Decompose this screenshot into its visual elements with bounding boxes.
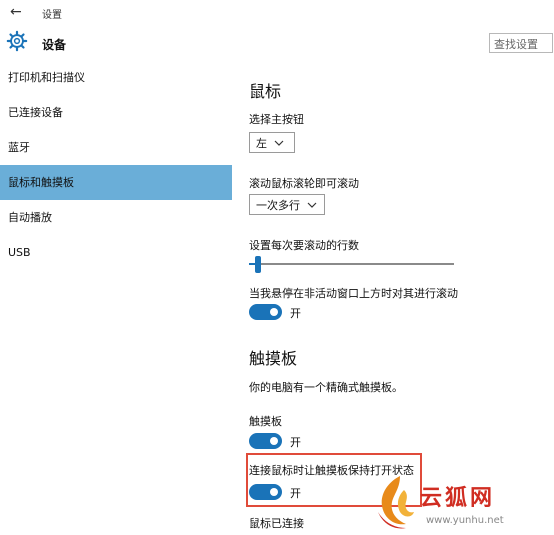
wheel-scroll-value: 一次多行 — [256, 198, 300, 212]
section-heading-mouse: 鼠标 — [249, 82, 282, 101]
watermark-brand: 云狐网 — [420, 486, 496, 511]
toggle-knob — [270, 437, 278, 445]
search-input[interactable]: 查找设置 — [489, 33, 553, 53]
touchpad-toggle[interactable] — [249, 433, 282, 449]
sidebar-item-connected-devices[interactable]: 已连接设备 — [0, 95, 232, 130]
wheel-scroll-label: 滚动鼠标滚轮即可滚动 — [249, 177, 359, 190]
inactive-scroll-label: 当我悬停在非活动窗口上方时对其进行滚动 — [249, 287, 458, 300]
watermark: 云狐网 www.yunhu.net — [366, 470, 554, 535]
primary-button-label: 选择主按钮 — [249, 113, 304, 126]
sidebar-item-autoplay[interactable]: 自动播放 — [0, 200, 232, 235]
toggle-knob — [270, 308, 278, 316]
primary-button-value: 左 — [256, 136, 267, 150]
chevron-down-icon — [274, 140, 284, 146]
watermark-url: www.yunhu.net — [426, 515, 504, 526]
touchpad-label: 触摸板 — [249, 415, 282, 428]
section-heading-touchpad: 触摸板 — [249, 349, 298, 368]
sidebar-item-bluetooth[interactable]: 蓝牙 — [0, 130, 232, 165]
sidebar-item-printers[interactable]: 打印机和扫描仪 — [0, 60, 232, 95]
scroll-lines-slider[interactable] — [249, 256, 454, 273]
title-bar: ← 设置 — [0, 0, 554, 26]
touchpad-state: 开 — [290, 436, 301, 449]
fox-logo-icon — [378, 476, 414, 529]
sidebar-item-usb[interactable]: USB — [0, 235, 232, 270]
touchpad-description: 你的电脑有一个精确式触摸板。 — [249, 381, 403, 394]
inactive-scroll-state: 开 — [290, 307, 301, 320]
sidebar-item-mouse-touchpad[interactable]: 鼠标和触摸板 — [0, 165, 232, 200]
inactive-scroll-toggle[interactable] — [249, 304, 282, 320]
scroll-lines-label: 设置每次要滚动的行数 — [249, 239, 359, 252]
page-header: 设备 查找设置 — [0, 26, 554, 60]
window-title: 设置 — [42, 10, 62, 21]
wheel-scroll-dropdown[interactable]: 一次多行 — [249, 194, 325, 215]
slider-thumb[interactable] — [255, 256, 261, 273]
page-title: 设备 — [42, 38, 67, 52]
gear-icon — [6, 30, 28, 52]
slider-track — [249, 263, 454, 265]
mouse-connected-label: 鼠标已连接 — [249, 517, 304, 530]
chevron-down-icon — [307, 202, 317, 208]
back-arrow-icon[interactable]: ← — [10, 4, 22, 20]
sidebar: 打印机和扫描仪 已连接设备 蓝牙 鼠标和触摸板 自动播放 USB — [0, 60, 232, 270]
primary-button-dropdown[interactable]: 左 — [249, 132, 295, 153]
